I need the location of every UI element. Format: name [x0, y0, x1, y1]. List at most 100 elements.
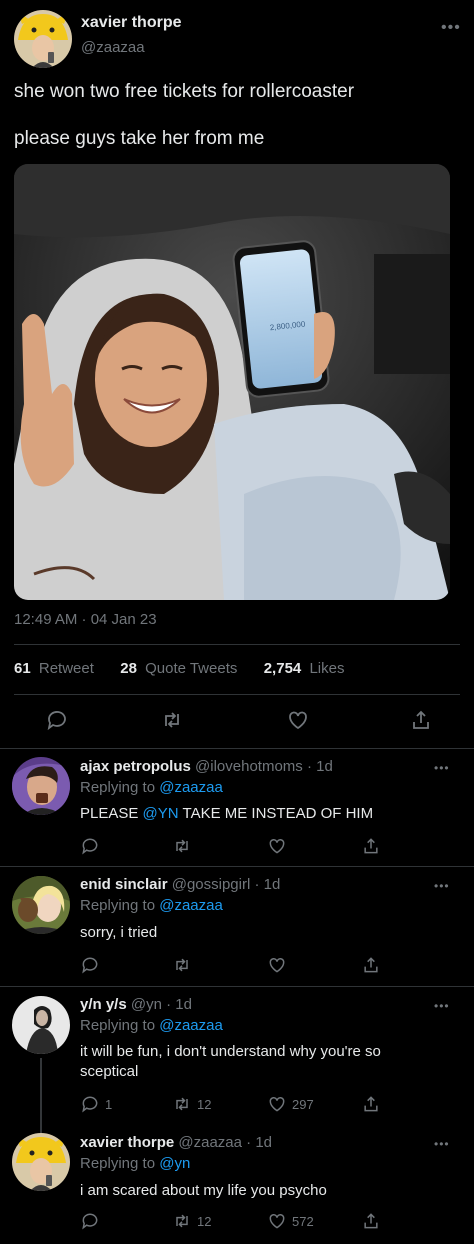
author-handle[interactable]: @zaazaa — [178, 1134, 242, 1151]
avatar[interactable] — [14, 10, 72, 68]
reply-button[interactable] — [80, 955, 105, 975]
share-button[interactable] — [361, 955, 381, 975]
share-button[interactable] — [361, 836, 381, 856]
author-handle[interactable]: @yn — [131, 996, 162, 1013]
retweet-button[interactable]: 12 — [172, 1094, 211, 1114]
like-button[interactable] — [267, 836, 292, 856]
share-icon — [413, 710, 429, 729]
tweet-text-line2: please guys take her from me — [14, 128, 265, 149]
like-button[interactable] — [267, 955, 292, 975]
like-label[interactable]: Likes — [309, 660, 344, 677]
main-action-bar — [0, 708, 474, 736]
retweet-button[interactable]: 12 — [172, 1211, 211, 1231]
avatar[interactable] — [12, 757, 70, 815]
replying-to-label: Replying to — [80, 779, 156, 796]
reply-icon — [82, 1213, 98, 1230]
share-button[interactable] — [361, 1211, 381, 1231]
author-handle[interactable]: @gossipgirl — [172, 876, 251, 893]
more-options-icon[interactable]: ••• — [441, 20, 461, 36]
reply-time[interactable]: · 1d — [254, 876, 280, 893]
author-name[interactable]: enid sinclair — [80, 876, 168, 893]
reply-button[interactable] — [45, 708, 69, 732]
avatar[interactable] — [12, 996, 70, 1054]
reply-button[interactable] — [80, 1211, 105, 1231]
avatar[interactable] — [12, 1133, 70, 1191]
more-options-icon[interactable]: ••• — [434, 1138, 450, 1150]
reply-tweet[interactable]: xavier thorpe @zaazaa · 1d ••• Replying … — [0, 1122, 474, 1244]
like-button[interactable] — [286, 708, 310, 732]
retweet-button[interactable] — [160, 708, 184, 732]
author-handle[interactable]: @zaazaa — [81, 39, 145, 56]
reply-time[interactable]: · 1d — [166, 996, 192, 1013]
more-options-icon[interactable]: ••• — [434, 762, 450, 774]
reply-action-bar — [0, 955, 474, 983]
like-button[interactable]: 297 — [267, 1094, 314, 1114]
share-icon — [364, 957, 378, 973]
like-count: 572 — [292, 1213, 314, 1229]
divider — [14, 694, 460, 695]
reply-icon — [82, 1096, 98, 1113]
reply-time[interactable]: · 1d — [307, 758, 333, 775]
share-button[interactable] — [409, 708, 433, 732]
retweet-icon — [176, 1214, 188, 1228]
reply-time[interactable]: · 1d — [246, 1134, 272, 1151]
replying-to-label: Replying to — [80, 897, 156, 914]
retweet-count[interactable]: 61 — [14, 660, 31, 677]
quote-label[interactable]: Quote Tweets — [145, 660, 237, 677]
reply-text: sorry, i tried — [80, 924, 158, 941]
replying-to-link[interactable]: @yn — [159, 1155, 190, 1172]
retweet-button[interactable] — [172, 836, 197, 856]
replying-to-label: Replying to — [80, 1155, 156, 1172]
reply-button[interactable] — [80, 836, 105, 856]
reply-icon — [82, 838, 98, 855]
retweet-icon — [165, 712, 179, 728]
like-button[interactable]: 572 — [267, 1211, 314, 1231]
tweet-photo[interactable]: 2,800,000 — [14, 164, 450, 600]
heart-icon — [269, 1213, 285, 1229]
reply-text: it will be fun, i don't understand why y… — [80, 1043, 381, 1080]
tweet-timestamp[interactable]: 12:49 AM · 04 Jan 23 — [14, 611, 157, 628]
replying-to-label: Replying to — [80, 1017, 156, 1034]
share-icon — [364, 838, 378, 854]
more-options-icon[interactable]: ••• — [434, 1000, 450, 1012]
reply-tweet[interactable]: ajax petropolus @ilovehotmoms · 1d ••• R… — [0, 748, 474, 866]
reply-tweet[interactable]: y/n y/s @yn · 1d ••• Replying to @zaazaa… — [0, 986, 474, 1140]
author-name[interactable]: ajax petropolus — [80, 758, 191, 775]
reply-text-part: TAKE ME INSTEAD OF HIM — [178, 805, 374, 822]
more-options-icon[interactable]: ••• — [434, 880, 450, 892]
reply-icon — [82, 957, 98, 974]
retweet-button[interactable] — [172, 955, 197, 975]
reply-text-part: PLEASE — [80, 805, 143, 822]
heart-icon — [269, 1096, 285, 1112]
quote-count[interactable]: 28 — [120, 660, 137, 677]
reply-text: PLEASE @YN TAKE ME INSTEAD OF HIM — [80, 804, 440, 824]
reply-action-bar — [0, 836, 474, 864]
share-button[interactable] — [361, 1094, 381, 1114]
reply-text: i am scared about my life you psycho — [80, 1182, 327, 1199]
retweet-icon — [176, 958, 188, 972]
avatar[interactable] — [12, 876, 70, 934]
author-name[interactable]: y/n y/s — [80, 996, 127, 1013]
heart-icon — [269, 838, 285, 854]
like-count: 297 — [292, 1096, 314, 1112]
heart-icon — [289, 711, 307, 730]
retweet-icon — [176, 839, 188, 853]
tweet-stats: 61 Retweet 28 Quote Tweets 2,754 Likes — [14, 660, 348, 677]
share-icon — [364, 1213, 378, 1229]
mention-link[interactable]: @YN — [143, 805, 179, 822]
reply-action-bar: 1 12 297 — [0, 1094, 474, 1122]
author-name[interactable]: xavier thorpe — [81, 14, 181, 32]
like-count[interactable]: 2,754 — [264, 660, 302, 677]
divider — [14, 644, 460, 645]
author-name[interactable]: xavier thorpe — [80, 1134, 174, 1151]
reply-button[interactable]: 1 — [80, 1094, 112, 1114]
reply-tweet[interactable]: enid sinclair @gossipgirl · 1d ••• Reply… — [0, 866, 474, 986]
replying-to-link[interactable]: @zaazaa — [159, 897, 223, 914]
retweet-count: 12 — [197, 1213, 212, 1229]
share-icon — [364, 1096, 378, 1112]
author-handle[interactable]: @ilovehotmoms — [195, 758, 303, 775]
replying-to-link[interactable]: @zaazaa — [159, 779, 223, 796]
replying-to-link[interactable]: @zaazaa — [159, 1017, 223, 1034]
retweet-label[interactable]: Retweet — [39, 660, 94, 677]
retweet-count: 12 — [197, 1096, 212, 1112]
